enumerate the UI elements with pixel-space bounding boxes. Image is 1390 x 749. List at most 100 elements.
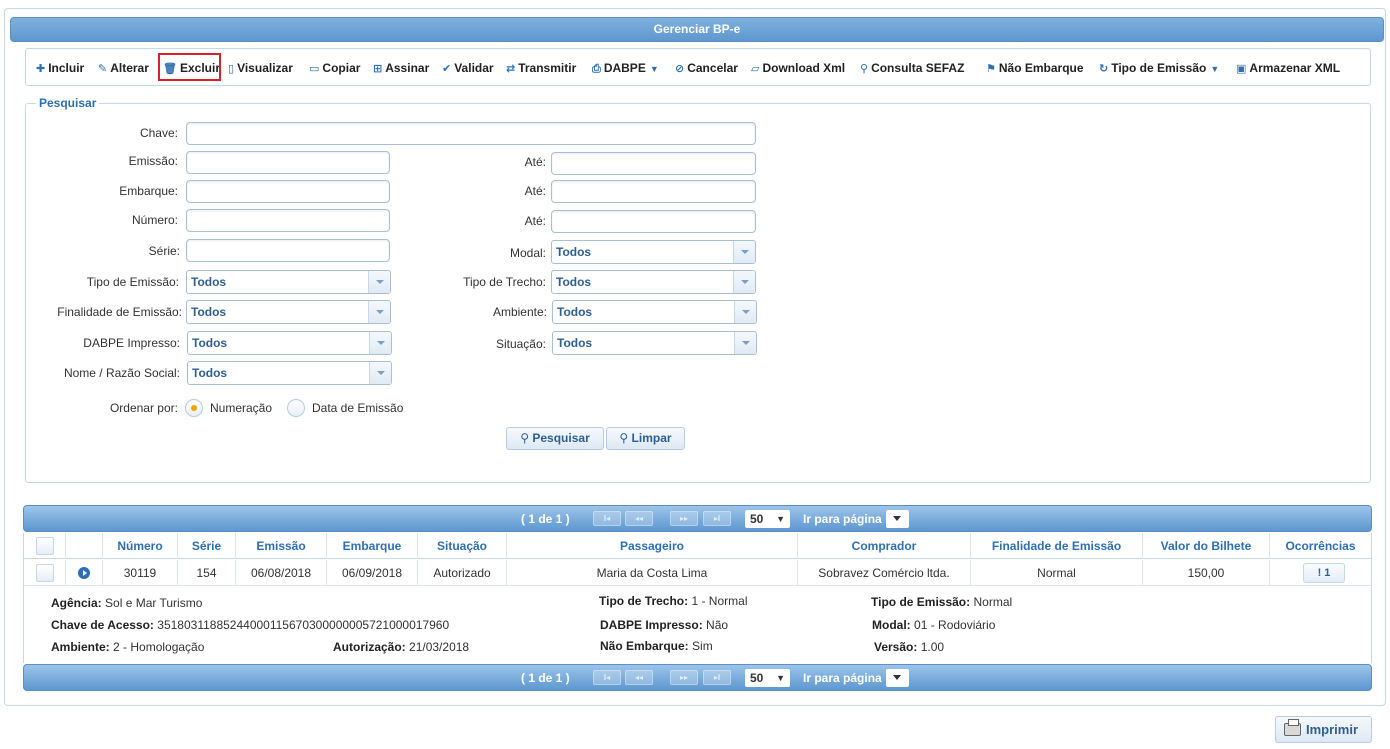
goto-page-label: Ir para página [803,512,882,526]
col-passageiro[interactable]: Passageiro [507,533,798,559]
next-page-button[interactable]: ▸▸ [670,511,698,526]
last-page-button[interactable]: ▸I [703,670,731,685]
col-situacao[interactable]: Situação [418,533,507,559]
ocorrencias-button[interactable]: ! 1 [1303,563,1345,583]
tipo-trecho-select[interactable]: Todos [551,270,756,294]
download-xml-button[interactable]: ▱ Download Xml [751,60,845,76]
clipboard-icon: ▭ [309,63,320,75]
limpar-button[interactable]: ⚲ Limpar [606,427,685,450]
detail-dabpe: DABPE Impresso: Não [600,618,729,632]
modal-select[interactable]: Todos [551,240,756,264]
chevron-down-icon [734,332,756,354]
incluir-button[interactable]: ✚ Incluir [36,60,84,76]
chevron-down-icon [733,271,755,293]
page-indicator: ( 1 de 1 ) [521,671,570,685]
transmitir-button[interactable]: ⇄ Transmitir [506,60,576,76]
col-ocorrencias[interactable]: Ocorrências [1270,533,1371,559]
cell-numero: 30119 [103,560,178,586]
first-page-button[interactable]: I◂ [593,670,621,685]
finalidade-label: Finalidade de Emissão: [57,305,182,319]
chave-input[interactable] [186,122,756,145]
ordenar-data-radio[interactable] [287,399,305,417]
ordenar-numeracao-label: Numeração [210,401,273,415]
document-icon: ▯ [228,63,235,75]
tipo-emissao-select[interactable]: Todos [186,270,391,294]
numero-start-input[interactable] [186,209,390,232]
cancel-icon: ⊘ [675,63,685,75]
chevron-down-icon [369,362,391,384]
detail-chave: Chave de Acesso: 35180311885244000115670… [51,618,450,632]
tipo-emissao-dropdown[interactable]: ↻ Tipo de Emissão ▼ [1099,60,1219,76]
assinar-button[interactable]: ⊞ Assinar [373,60,429,76]
printer-icon: ⎙ [592,63,601,75]
embarque-start-input[interactable] [186,180,390,203]
select-all-header [24,533,66,559]
page-size-select[interactable]: 50 ▼ [745,669,790,687]
nao-embarque-button[interactable]: ⚑ Não Embarque [986,60,1084,76]
next-page-button[interactable]: ▸▸ [670,670,698,685]
goto-page-select[interactable] [886,669,909,687]
col-finalidade[interactable]: Finalidade de Emissão [971,533,1143,559]
detail-modal: Modal: 01 - Rodoviário [872,618,996,632]
finalidade-select[interactable]: Todos [186,300,391,324]
prev-page-button[interactable]: ◂◂ [625,511,653,526]
validar-button[interactable]: ✔ Validar [442,60,494,76]
detail-nao-embarque: Não Embarque: Sim [600,639,713,653]
col-embarque[interactable]: Embarque [327,533,418,559]
armazenar-xml-button[interactable]: ▣ Armazenar XML [1236,60,1340,76]
cell-finalidade: Normal [971,560,1143,586]
situacao-select[interactable]: Todos [552,331,757,355]
numero-ate-label: Até: [524,214,546,228]
check-icon: ✔ [442,63,452,75]
page-size-select[interactable]: 50 ▼ [745,510,790,528]
emissao-start-input[interactable] [186,151,390,174]
row-checkbox[interactable] [36,564,54,582]
dabpe-impresso-select[interactable]: Todos [187,331,392,355]
emissao-end-input[interactable] [551,152,756,175]
dabpe-dropdown[interactable]: ⎙ DABPE ▼ [592,60,659,76]
search-icon: ⚲ [860,63,869,75]
expand-row-icon[interactable] [78,567,90,579]
plus-icon: ✚ [36,63,46,75]
visualizar-button[interactable]: ▯ Visualizar [228,60,293,76]
col-numero[interactable]: Número [103,533,178,559]
cell-passageiro: Maria da Costa Lima [507,560,798,586]
embarque-ate-label: Até: [524,184,546,198]
col-serie[interactable]: Série [178,533,236,559]
ordenar-label: Ordenar por: [109,401,178,415]
col-emissao[interactable]: Emissão [236,533,327,559]
last-page-button[interactable]: ▸I [703,511,731,526]
chave-label: Chave: [139,126,178,140]
nome-select[interactable]: Todos [187,361,392,385]
nome-label: Nome / Razão Social: [63,366,180,380]
alterar-button[interactable]: ✎ Alterar [98,60,149,76]
numero-end-input[interactable] [551,210,756,233]
cancelar-button[interactable]: ⊘ Cancelar [675,60,738,76]
embarque-end-input[interactable] [551,180,756,203]
chevron-down-icon: ▼ [649,64,659,74]
serie-input[interactable] [186,239,390,262]
emissao-label: Emissão: [128,154,178,168]
chevron-down-icon [733,241,755,263]
embarque-label: Embarque: [119,184,178,198]
goto-page-select[interactable] [886,510,909,528]
serie-label: Série: [148,244,180,258]
save-icon: ▣ [1236,63,1247,75]
imprimir-button[interactable]: Imprimir [1275,716,1372,743]
col-valor[interactable]: Valor do Bilhete [1143,533,1270,559]
pager-bottom: ( 1 de 1 ) I◂ ◂◂ ▸▸ ▸I 50 ▼ Ir para págin… [23,664,1372,691]
expand-header [66,533,103,559]
clear-icon: ⚲ [619,431,632,445]
dabpe-impresso-label: DABPE Impresso: [83,336,180,350]
ordenar-numeracao-radio[interactable] [185,399,203,417]
consulta-sefaz-button[interactable]: ⚲ Consulta SEFAZ [860,60,964,76]
copiar-button[interactable]: ▭ Copiar [309,60,360,76]
first-page-button[interactable]: I◂ [593,511,621,526]
prev-page-button[interactable]: ◂◂ [625,670,653,685]
detail-versao: Versão: 1.00 [874,640,945,654]
col-comprador[interactable]: Comprador [798,533,971,559]
detail-ambiente: Ambiente: 2 - Homologação [51,640,205,654]
pesquisar-button[interactable]: ⚲ Pesquisar [506,427,604,450]
select-all-checkbox[interactable] [36,537,54,555]
ambiente-select[interactable]: Todos [552,300,757,324]
